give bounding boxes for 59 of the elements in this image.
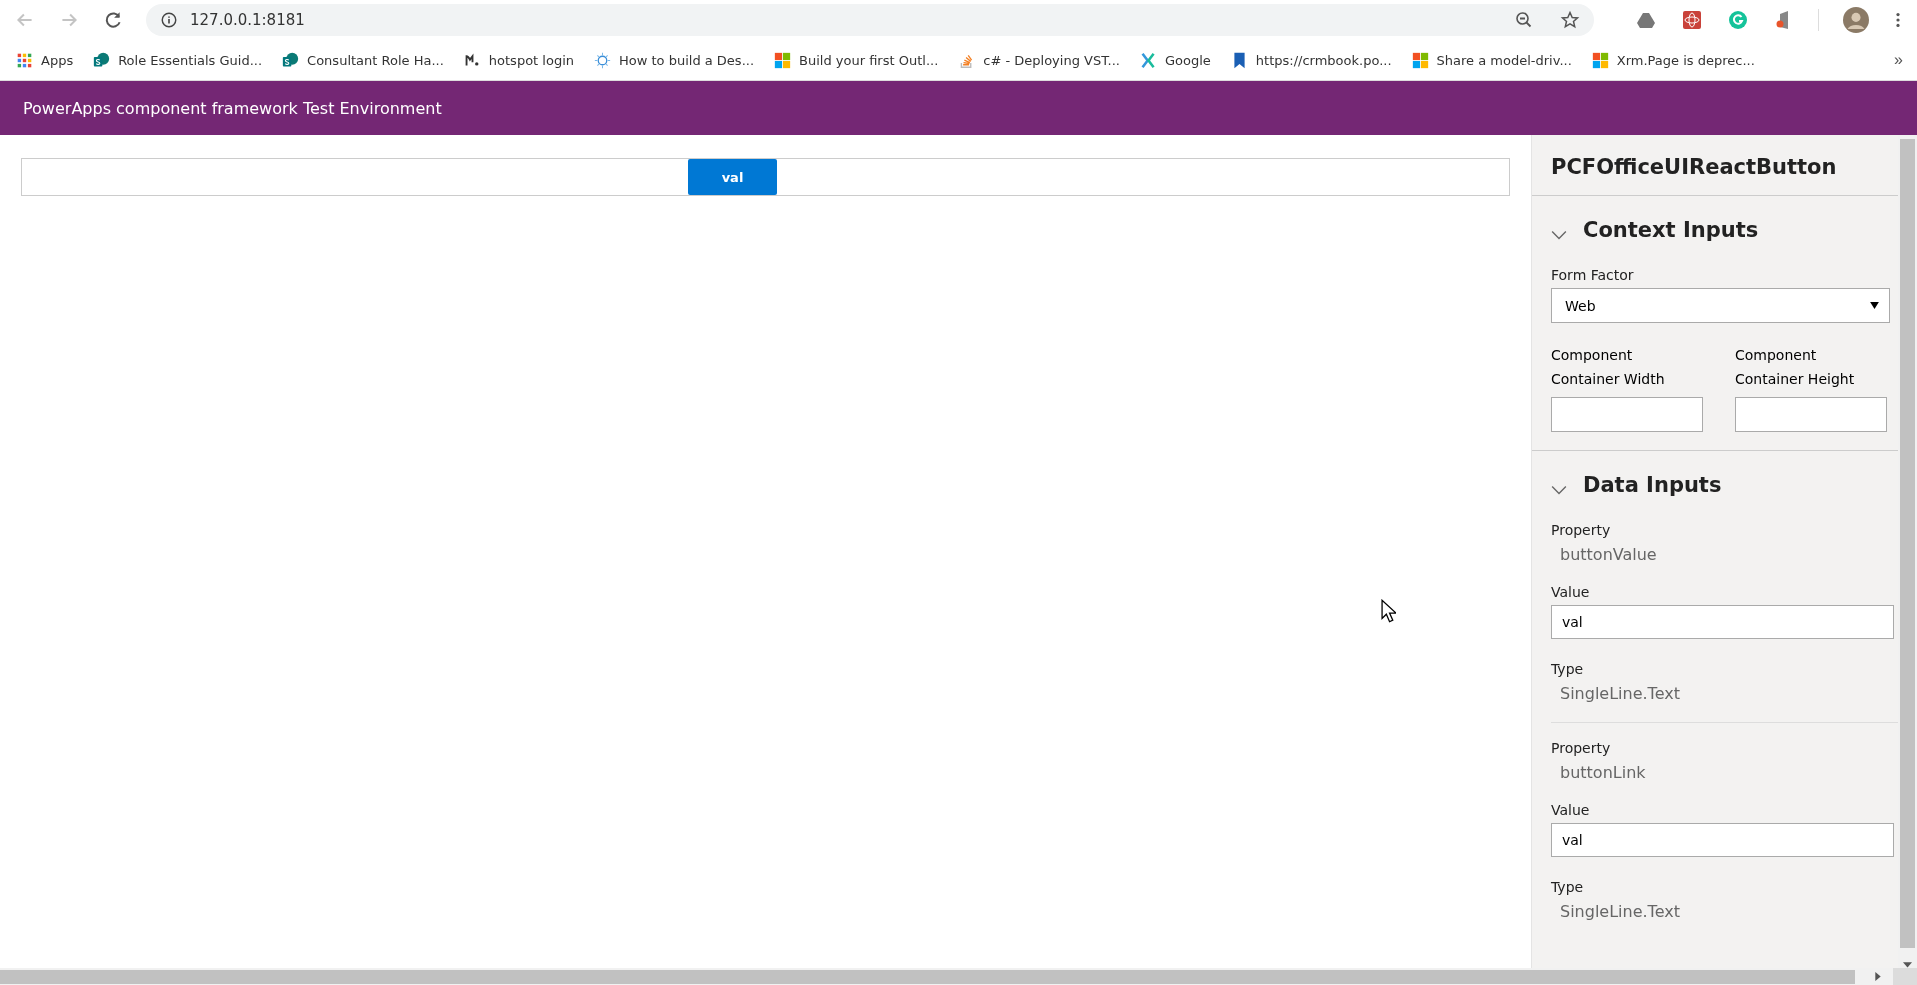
- bookmark-link[interactable]: Apps: [16, 51, 74, 69]
- section-heading[interactable]: Data Inputs: [1583, 473, 1722, 497]
- chevron-icon[interactable]: [1551, 230, 1567, 240]
- field-label: Property: [1551, 522, 1612, 538]
- drive-icon[interactable]: [1636, 10, 1656, 30]
- four-squares-icon: [1411, 51, 1429, 69]
- field-label: Property: [1551, 740, 1612, 756]
- field-label: Type: [1551, 879, 1585, 895]
- dropdown-value: Web: [1565, 297, 1596, 314]
- val-button[interactable]: val: [688, 159, 777, 195]
- site-logo-icon: [93, 51, 111, 69]
- field-label: Value: [1551, 584, 1591, 600]
- property-name: buttonLink: [1559, 762, 1647, 784]
- value-input[interactable]: val: [1551, 605, 1894, 639]
- bookmark-link[interactable]: Role Essentials Guid...: [93, 51, 263, 69]
- type-text: SingleLine.Text: [1559, 683, 1681, 705]
- apps-grid-icon: [16, 51, 33, 69]
- dropdown-arrow-icon: [1870, 302, 1879, 309]
- field-label: Component Container Height: [1735, 346, 1856, 389]
- bookmark-link[interactable]: https://crmbook.po...: [1230, 51, 1392, 69]
- chevron-icon[interactable]: [1551, 485, 1567, 495]
- value-input[interactable]: val: [1551, 823, 1894, 857]
- panel-title: PCFOfficeUIReactButton: [1551, 154, 1838, 181]
- more-bookmarks-button[interactable]: »: [1890, 51, 1907, 69]
- star-icon[interactable]: [1560, 10, 1580, 30]
- bookmark-link[interactable]: hotspot login: [463, 51, 574, 69]
- four-squares-icon: [774, 51, 792, 69]
- input-field[interactable]: [1735, 397, 1887, 432]
- bookmark-link[interactable]: How to build a Des...: [594, 51, 755, 69]
- atom-icon[interactable]: [1682, 10, 1702, 30]
- field-label: Type: [1551, 661, 1585, 677]
- vertical-scrollbar[interactable]: [1898, 135, 1917, 968]
- bookmark-link[interactable]: Google: [1140, 51, 1211, 69]
- menu-icon[interactable]: [1895, 11, 1901, 29]
- four-squares-icon: [1591, 51, 1609, 69]
- address-bar[interactable]: 127.0.0.1:8181: [146, 4, 1594, 36]
- chevron-x-icon: [1140, 51, 1157, 69]
- header-title: PowerApps component framework Test Environment: [23, 98, 442, 118]
- field-label: Form Factor: [1551, 267, 1635, 283]
- bookmark-link[interactable]: Consultant Role Ha...: [282, 51, 444, 69]
- field-label: Component Container Width: [1551, 346, 1666, 389]
- input-field[interactable]: [1551, 397, 1703, 432]
- bookmark-link[interactable]: Share a model-driv...: [1411, 51, 1572, 69]
- type-text: SingleLine.Text: [1559, 901, 1681, 923]
- url-text: 127.0.0.1:8181: [190, 11, 305, 29]
- bookmark-link[interactable]: Build your first Outl...: [774, 51, 939, 69]
- property-name: buttonValue: [1559, 544, 1658, 566]
- bookmark-link[interactable]: c# - Deploying VST...: [958, 51, 1120, 69]
- site-logo-icon: [282, 51, 300, 69]
- field-label: Value: [1551, 802, 1591, 818]
- form-factor-dropdown[interactable]: Web: [1551, 288, 1890, 323]
- zoom-out-icon[interactable]: [1514, 10, 1534, 30]
- mouse-pointer-icon: [1381, 599, 1396, 623]
- bookmark-link[interactable]: Xrm.Page is deprec...: [1591, 51, 1755, 69]
- info-icon[interactable]: [160, 11, 178, 29]
- scrollbar-thumb[interactable]: [1900, 139, 1915, 949]
- avatar-icon[interactable]: [1843, 7, 1869, 33]
- scroll-right-icon[interactable]: [1875, 972, 1881, 981]
- section-heading[interactable]: Context Inputs: [1583, 218, 1759, 242]
